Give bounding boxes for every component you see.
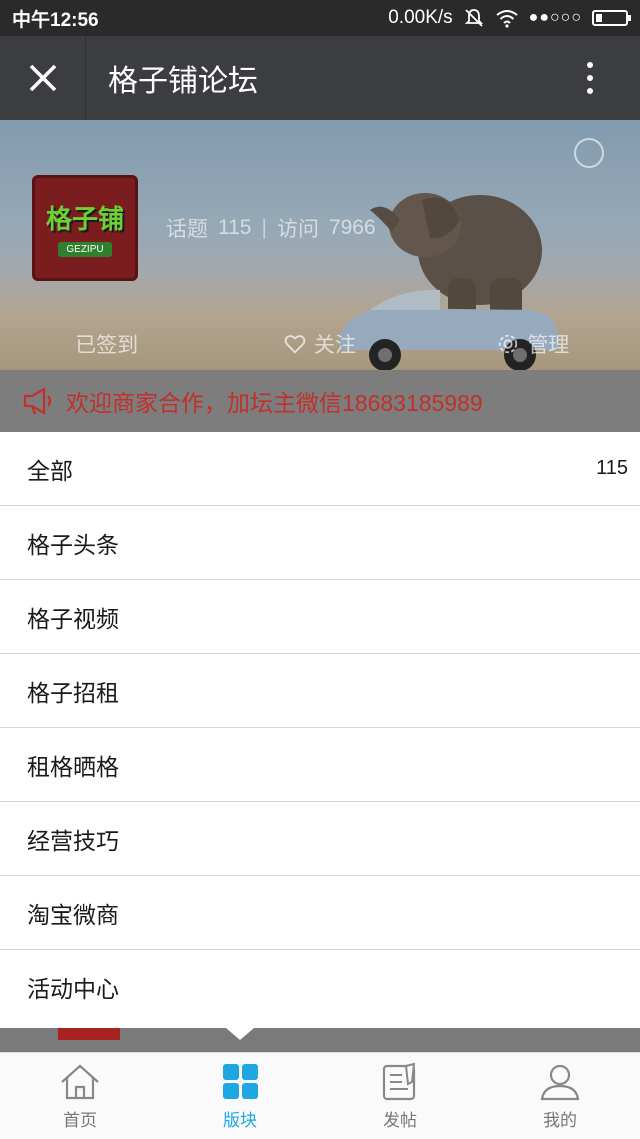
tab-sections[interactable]: 版块	[160, 1053, 320, 1139]
circle-icon[interactable]	[574, 138, 604, 168]
more-dot-icon	[587, 88, 593, 94]
topics-count: 115	[218, 216, 252, 239]
section-label: 活动中心	[27, 976, 119, 1002]
close-button[interactable]	[0, 36, 86, 120]
gear-icon	[499, 334, 518, 354]
signed-in-button[interactable]: 已签到	[0, 329, 213, 359]
bottom-tab-bar: 首页 版块 发帖 我的	[0, 1052, 640, 1139]
close-icon	[29, 64, 56, 92]
mute-icon	[464, 9, 483, 27]
follow-button[interactable]: 关注	[213, 329, 426, 359]
section-label: 经营技巧	[27, 827, 119, 854]
battery-icon	[592, 10, 631, 26]
section-item[interactable]: 格子招租	[0, 654, 640, 728]
megaphone-icon	[23, 387, 52, 415]
manage-button[interactable]: 管理	[427, 329, 640, 359]
more-dot-icon	[587, 62, 593, 68]
forum-logo: 格子铺 GEZIPU	[32, 175, 138, 281]
section-count: 115	[596, 457, 628, 479]
home-icon	[61, 1064, 99, 1099]
tab-me[interactable]: 我的	[480, 1053, 640, 1139]
visits-count: 7966	[328, 216, 376, 239]
section-item[interactable]: 格子头条	[0, 506, 640, 580]
section-list: 全部 115 格子头条 格子视频 格子招租 租格晒格 经营技巧 淘宝微商 活动中…	[0, 432, 640, 1028]
more-menu-button[interactable]	[540, 36, 640, 120]
section-label: 格子头条	[27, 531, 119, 558]
forum-actions: 已签到 关注 管理	[0, 318, 640, 370]
status-time: 中午12:56	[12, 9, 99, 31]
compose-icon	[382, 1062, 416, 1100]
more-dot-icon	[587, 75, 593, 81]
announcement-text: 欢迎商家合作，加坛主微信18683185989	[66, 390, 483, 416]
grid-icon	[223, 1063, 258, 1099]
title-bar: 格子铺论坛	[0, 36, 640, 120]
topics-label: 话题	[166, 218, 208, 241]
visits-label: 访问	[276, 218, 319, 241]
section-label: 租格晒格	[27, 753, 119, 780]
wifi-icon	[496, 10, 518, 28]
popup-pointer	[226, 1028, 254, 1040]
section-label: 全部	[27, 457, 73, 484]
section-item[interactable]: 活动中心	[0, 950, 640, 1024]
section-item[interactable]: 经营技巧	[0, 802, 640, 876]
page-title: 格子铺论坛	[108, 65, 258, 98]
announcement-bar[interactable]: 欢迎商家合作，加坛主微信18683185989	[0, 370, 640, 432]
status-bar: 中午12:56 0.00K/s ●●○○○	[0, 0, 640, 36]
dimmed-background	[0, 1028, 640, 1052]
section-label: 格子视频	[27, 605, 119, 632]
section-item[interactable]: 租格晒格	[0, 728, 640, 802]
forum-banner: 格子铺 GEZIPU 话题 115 | 访问 7966 已签到 关注 管理	[0, 120, 640, 370]
section-label: 淘宝微商	[27, 901, 119, 928]
network-speed: 0.00K/s	[388, 7, 453, 28]
signal-dots: ●●○○○	[528, 9, 582, 26]
heart-icon	[284, 335, 306, 354]
section-item[interactable]: 淘宝微商	[0, 876, 640, 950]
section-item[interactable]: 格子视频	[0, 580, 640, 654]
tab-post[interactable]: 发帖	[320, 1053, 480, 1139]
forum-stats: 话题 115 | 访问 7966	[166, 213, 376, 243]
section-item-all[interactable]: 全部 115	[0, 432, 640, 506]
tab-home[interactable]: 首页	[0, 1053, 160, 1139]
user-icon	[540, 1064, 580, 1100]
section-label: 格子招租	[27, 679, 119, 706]
